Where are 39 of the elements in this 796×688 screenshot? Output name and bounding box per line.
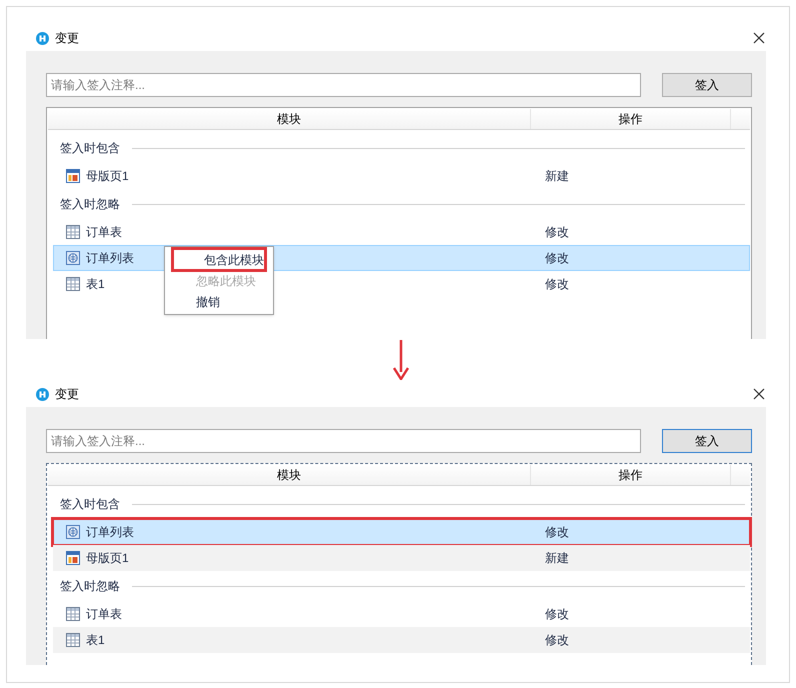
window-title: 变更: [55, 386, 79, 403]
close-button[interactable]: [752, 387, 766, 401]
module-name: 母版页1: [86, 550, 129, 567]
action-label: 修改: [545, 224, 569, 241]
table-row[interactable]: 表1 修改: [53, 627, 750, 653]
column-header[interactable]: 操作: [531, 109, 731, 129]
action-label: 修改: [545, 606, 569, 623]
group-label: 签入时包含: [60, 496, 120, 513]
table-row[interactable]: 母版页1 新建: [53, 545, 750, 571]
module-name: 订单表: [86, 224, 122, 241]
table-row[interactable]: 订单列表 修改: [53, 519, 750, 545]
module-name: 母版页1: [86, 168, 129, 185]
module-name: 表1: [86, 276, 105, 293]
checkin-button[interactable]: 签入: [662, 429, 752, 453]
checkin-button[interactable]: 签入: [662, 73, 752, 97]
action-label: 修改: [545, 276, 569, 293]
column-header[interactable]: 操作: [531, 465, 731, 485]
app-logo-icon: [36, 32, 49, 44]
module-name: 订单表: [86, 606, 122, 623]
window-title: 变更: [55, 30, 79, 47]
group-label: 签入时忽略: [60, 578, 120, 595]
close-button[interactable]: [752, 31, 766, 45]
action-label: 修改: [545, 250, 569, 267]
menu-item[interactable]: 包含此模块: [173, 249, 265, 270]
action-label: 修改: [545, 524, 569, 541]
comment-input[interactable]: 请输入签入注释...: [46, 429, 641, 453]
module-name: 订单列表: [86, 250, 134, 267]
group-label: 签入时包含: [60, 140, 120, 157]
down-arrow-icon: [393, 340, 409, 380]
group-label: 签入时忽略: [60, 196, 120, 213]
action-label: 新建: [545, 168, 569, 185]
module-name: 表1: [86, 632, 105, 649]
column-header[interactable]: 模块: [48, 109, 531, 129]
module-name: 订单列表: [86, 524, 134, 541]
comment-input[interactable]: 请输入签入注释...: [46, 73, 641, 97]
app-logo-icon: [36, 388, 49, 400]
column-header[interactable]: 模块: [48, 465, 531, 485]
action-label: 新建: [545, 550, 569, 567]
action-label: 修改: [545, 632, 569, 649]
